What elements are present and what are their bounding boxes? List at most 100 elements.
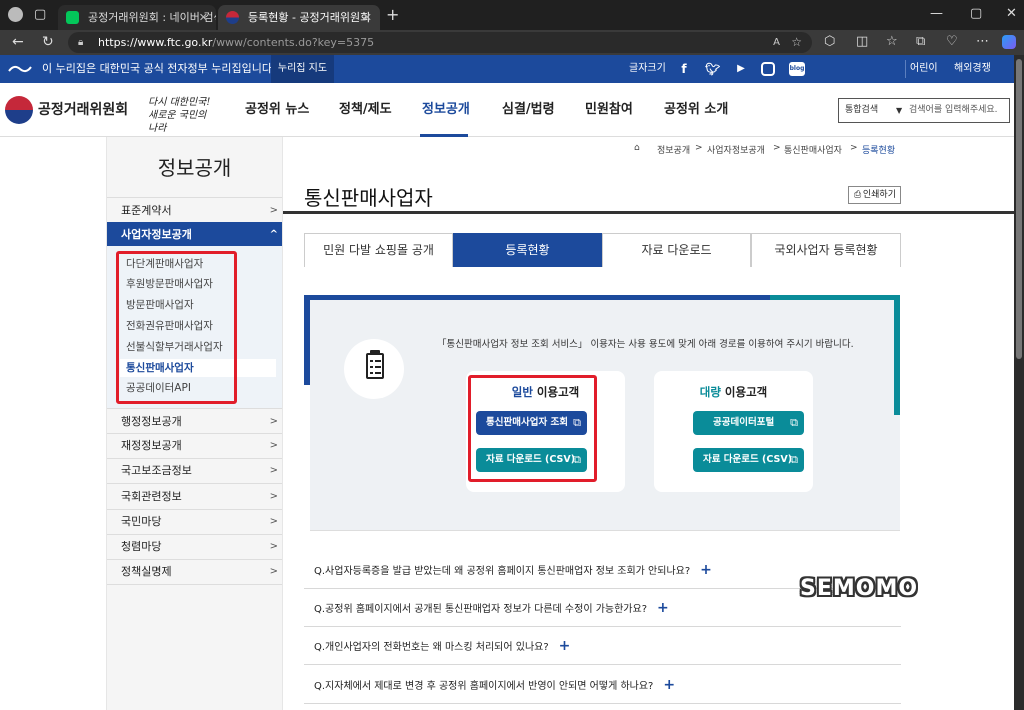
- breadcrumb-item[interactable]: 통신판매사업자: [784, 143, 842, 156]
- sidebar-item-citizen[interactable]: 국민마당 >: [107, 509, 282, 535]
- public-data-portal-button[interactable]: 공공데이터포털 ⧉: [693, 411, 804, 435]
- faq-item[interactable]: Q.지자체에서 제대로 변경 후 공정위 홈페이지에서 반영이 안되면 어떻게 …: [304, 667, 901, 704]
- search-scope-select[interactable]: 통합검색: [845, 99, 878, 122]
- sidebar-item-standard-contract[interactable]: 표준계약서 >: [107, 197, 282, 223]
- faq-item[interactable]: Q.개인사업자의 전화번호는 왜 마스킹 처리되어 있나요? +: [304, 628, 901, 665]
- english-link[interactable]: 해외경쟁: [954, 55, 991, 83]
- close-icon[interactable]: ✕: [199, 5, 208, 30]
- chevron-right-icon: >: [269, 516, 278, 527]
- scrollbar[interactable]: [1014, 55, 1024, 710]
- sidebar-item-finance-info[interactable]: 재정정보공개 >: [107, 433, 282, 459]
- tab-data-download[interactable]: 자료 다운로드: [602, 233, 751, 267]
- lock-icon: 🔒︎: [78, 37, 84, 48]
- faq-question: Q.사업자등록증을 발급 받았는데 왜 공정위 홈페이지 통신판매업자 정보 조…: [314, 566, 691, 577]
- back-icon[interactable]: ←: [12, 34, 24, 50]
- tab-foreign-business[interactable]: 국외사업자 등록현황: [751, 233, 901, 267]
- youtube-icon[interactable]: ▶: [733, 62, 749, 76]
- nav-decisions[interactable]: 심결/법령: [502, 83, 555, 137]
- blog-icon[interactable]: blog: [789, 62, 805, 76]
- tab-actions-icon[interactable]: ▢: [34, 7, 46, 23]
- plus-icon[interactable]: +: [657, 600, 669, 616]
- nav-about[interactable]: 공정위 소개: [664, 83, 728, 137]
- sidebar-item-admin-info[interactable]: 행정정보공개 >: [107, 408, 282, 434]
- chevron-right-icon: >: [269, 440, 278, 451]
- url-path: /www/contents.do?key=5375: [212, 36, 375, 49]
- chevron-right-icon: >: [269, 205, 278, 216]
- site-logo[interactable]: 공정거래위원회: [38, 83, 128, 137]
- extensions-icon[interactable]: ⬡: [824, 34, 835, 50]
- nav-policy[interactable]: 정책/제도: [339, 83, 392, 137]
- ftc-logo-icon[interactable]: [5, 96, 33, 124]
- sidebar-item-business-info[interactable]: 사업자정보공개 ^: [107, 222, 282, 248]
- browser-tab-ftc[interactable]: 등록현황 - 공정거래위원회 ✕: [218, 5, 380, 30]
- breadcrumb-item[interactable]: 사업자정보공개: [707, 143, 765, 156]
- plus-icon[interactable]: +: [700, 562, 712, 578]
- gov-emblem-icon: [8, 65, 32, 73]
- panel-accent: [770, 295, 900, 300]
- more-icon[interactable]: ⋯: [976, 34, 989, 50]
- bulk-user-title: 대량 이용고객: [654, 384, 813, 400]
- nav-info-disclosure[interactable]: 정보공개: [422, 83, 470, 137]
- nav-active-underline: [420, 134, 468, 137]
- bulk-csv-download-button[interactable]: 자료 다운로드 (CSV) ⧉: [693, 448, 804, 472]
- url-input[interactable]: 🔒︎ https://www.ftc.go.kr/www/contents.do…: [68, 32, 812, 53]
- content-tabs: 민원 다발 쇼핑몰 공개 등록현황 자료 다운로드 국외사업자 등록현황: [304, 233, 901, 267]
- favorite-star-icon[interactable]: ☆: [791, 32, 802, 53]
- chevron-right-icon: >: [269, 491, 278, 502]
- divider: [283, 211, 1014, 214]
- nav-civil[interactable]: 민원참여: [585, 83, 633, 137]
- home-icon[interactable]: ⌂: [634, 143, 640, 153]
- sidebar-item-assembly-info[interactable]: 국회관련정보 >: [107, 484, 282, 510]
- breadcrumb-item[interactable]: 정보공개: [657, 143, 690, 156]
- performance-icon[interactable]: ♡: [946, 34, 958, 50]
- search-box[interactable]: 통합검색 ▼ 검색어를 입력해주세요.: [838, 98, 1010, 123]
- browser-tab-naver[interactable]: 공정거래위원회 : 네이버 검색 ✕: [58, 5, 216, 30]
- print-button[interactable]: ⎙ 인쇄하기: [848, 186, 901, 204]
- twitter-icon[interactable]: 🐦︎: [705, 62, 720, 76]
- read-aloud-icon[interactable]: A: [773, 32, 780, 53]
- scrollbar-thumb[interactable]: [1016, 59, 1022, 359]
- url-host: https://www.ftc.go.kr: [98, 36, 213, 49]
- browser-tab-title: 공정거래위원회 : 네이버 검색: [88, 11, 216, 24]
- profile-avatar-icon[interactable]: [8, 7, 23, 22]
- sidebar-item-label: 정책실명제: [121, 565, 172, 578]
- sidebar-item-integrity[interactable]: 청렴마당 >: [107, 534, 282, 560]
- faq-question: Q.공정위 홈페이지에서 공개된 통신판매업자 정보가 다른데 수정이 가능한가…: [314, 604, 648, 615]
- nav-news[interactable]: 공정위 뉴스: [245, 83, 309, 137]
- chevron-right-icon: >: [269, 541, 278, 552]
- browser-tab-bar: ▢ 공정거래위원회 : 네이버 검색 ✕ 등록현황 - 공정거래위원회 ✕ + …: [0, 0, 1024, 30]
- plus-icon[interactable]: +: [663, 677, 675, 693]
- tab-complaint-malls[interactable]: 민원 다발 쇼핑몰 공개: [304, 233, 453, 267]
- button-label: 공공데이터포털: [713, 417, 775, 428]
- chevron-right-icon: >: [269, 566, 278, 577]
- search-input[interactable]: 검색어를 입력해주세요.: [909, 99, 998, 122]
- clipboard-icon: [370, 372, 373, 374]
- tab-registration-status[interactable]: 등록현황: [453, 233, 602, 267]
- panel-accent: [304, 295, 310, 385]
- faq-question: Q.개인사업자의 전화번호는 왜 마스킹 처리되어 있나요?: [314, 642, 549, 653]
- collections-icon[interactable]: ⧉: [916, 34, 925, 50]
- favorites-icon[interactable]: ☆: [886, 34, 898, 50]
- clipboard-icon: [375, 360, 381, 362]
- highlight-box: [468, 375, 597, 482]
- minimize-icon[interactable]: —: [930, 6, 943, 21]
- card-title-highlight: 대량: [699, 385, 721, 399]
- browser-tab-title: 등록현황 - 공정거래위원회: [248, 11, 371, 24]
- close-icon[interactable]: ✕: [363, 5, 372, 30]
- window-close-icon[interactable]: ✕: [1006, 6, 1017, 21]
- sitemap-button[interactable]: 누리집 지도: [271, 55, 334, 83]
- faq-question: Q.지자체에서 제대로 변경 후 공정위 홈페이지에서 반영이 안되면 어떻게 …: [314, 681, 654, 692]
- kids-link[interactable]: 어린이: [910, 55, 938, 83]
- new-tab-button[interactable]: +: [386, 7, 399, 23]
- facebook-icon[interactable]: f: [679, 62, 689, 76]
- instagram-icon[interactable]: [761, 62, 775, 76]
- refresh-icon[interactable]: ↻: [42, 34, 54, 50]
- font-size-button[interactable]: 글자크기: [629, 55, 666, 83]
- split-screen-icon[interactable]: ◫: [856, 34, 868, 50]
- sidebar-item-subsidy-info[interactable]: 국고보조금정보 >: [107, 458, 282, 484]
- copilot-icon[interactable]: [1002, 35, 1016, 49]
- plus-icon[interactable]: +: [559, 638, 571, 654]
- page-title: 통신판매사업자: [304, 186, 433, 210]
- maximize-icon[interactable]: ▢: [970, 6, 982, 21]
- sidebar-item-policy-realname[interactable]: 정책실명제 >: [107, 559, 282, 585]
